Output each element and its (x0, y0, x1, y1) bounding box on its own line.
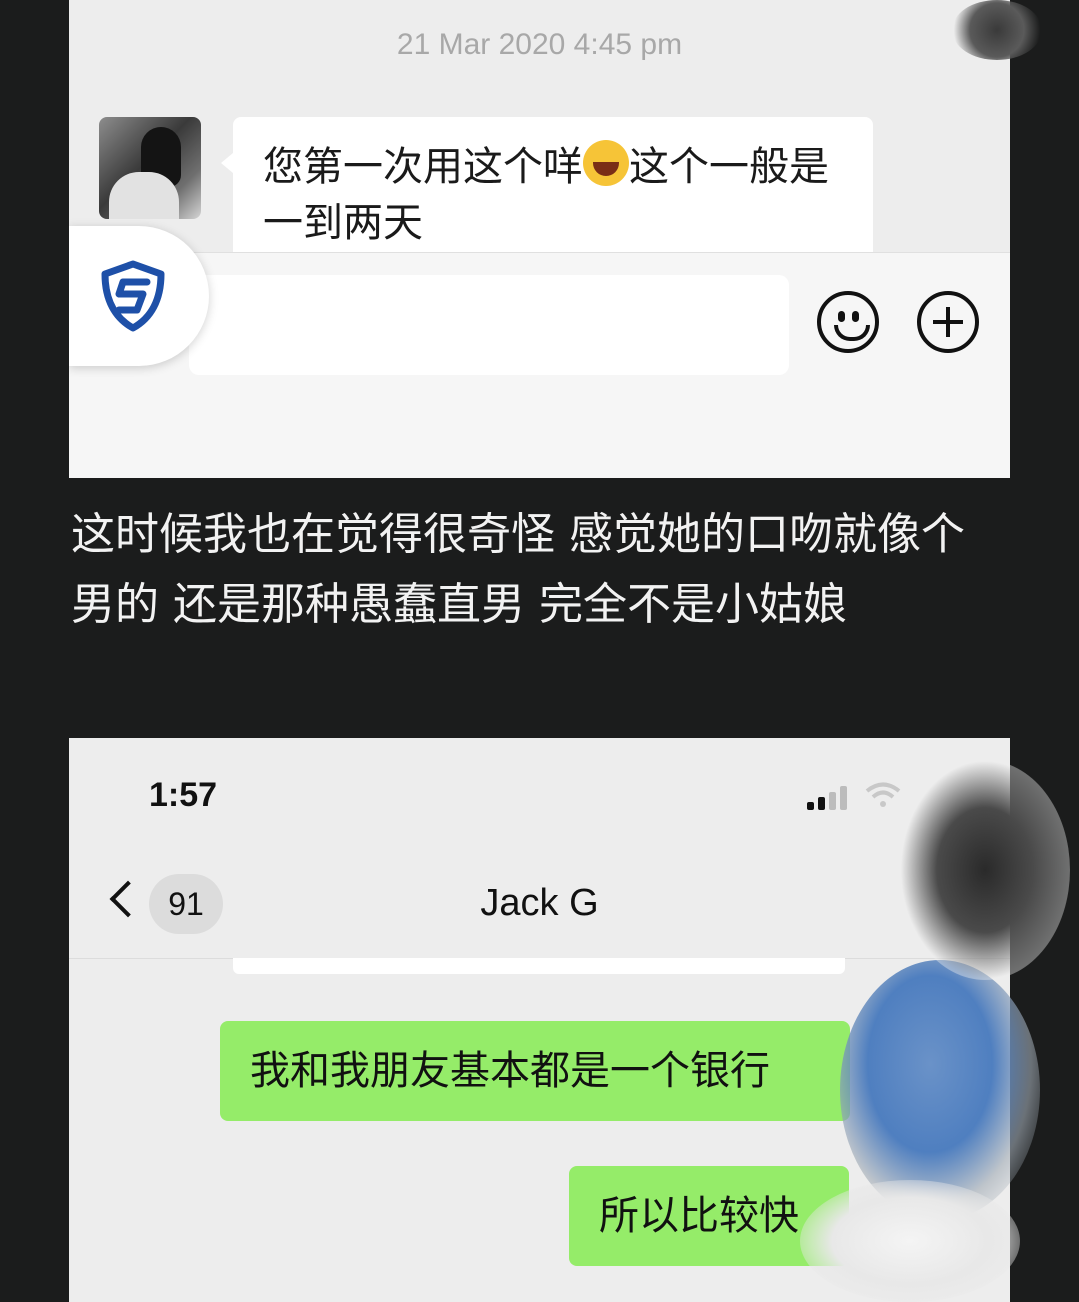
outgoing-message-bubble[interactable]: 所以比较快 (569, 1166, 849, 1266)
chat-screenshot-top: 21 Mar 2020 4:45 pm 您第一次用这个咩 这个一般是一到两天 (69, 0, 1010, 478)
message-input[interactable] (189, 275, 789, 375)
shield-logo-icon (101, 260, 165, 332)
chat-screenshot-bottom: 1:57 91 Jack G 我和我朋友基本都是一个银行 所以比较快 (69, 738, 1010, 1302)
tears-of-joy-emoji-icon (583, 140, 629, 186)
narration-text: 这时候我也在觉得很奇怪 感觉她的口吻就像个男的 还是那种愚蠢直男 完全不是小姑娘 (71, 509, 965, 630)
cellular-signal-icon (807, 784, 867, 810)
wifi-icon (865, 782, 901, 807)
chat-title: Jack G (480, 882, 599, 924)
incoming-message-text: 您第一次用这个咩 这个一般是一到两天 (263, 139, 863, 251)
message-input-bar (69, 252, 1010, 478)
chat-nav-bar: 91 Jack G (69, 858, 1010, 959)
previous-message-bubble (233, 958, 845, 974)
contact-avatar[interactable] (99, 117, 201, 219)
outgoing-message-bubble[interactable]: 我和我朋友基本都是一个银行 (220, 1021, 850, 1121)
plus-icon[interactable] (917, 291, 979, 353)
floating-shield-button[interactable] (69, 226, 209, 366)
message-timestamp: 21 Mar 2020 4:45 pm (396, 28, 683, 61)
emoji-face-icon[interactable] (817, 291, 879, 353)
status-time: 1:57 (149, 776, 218, 814)
